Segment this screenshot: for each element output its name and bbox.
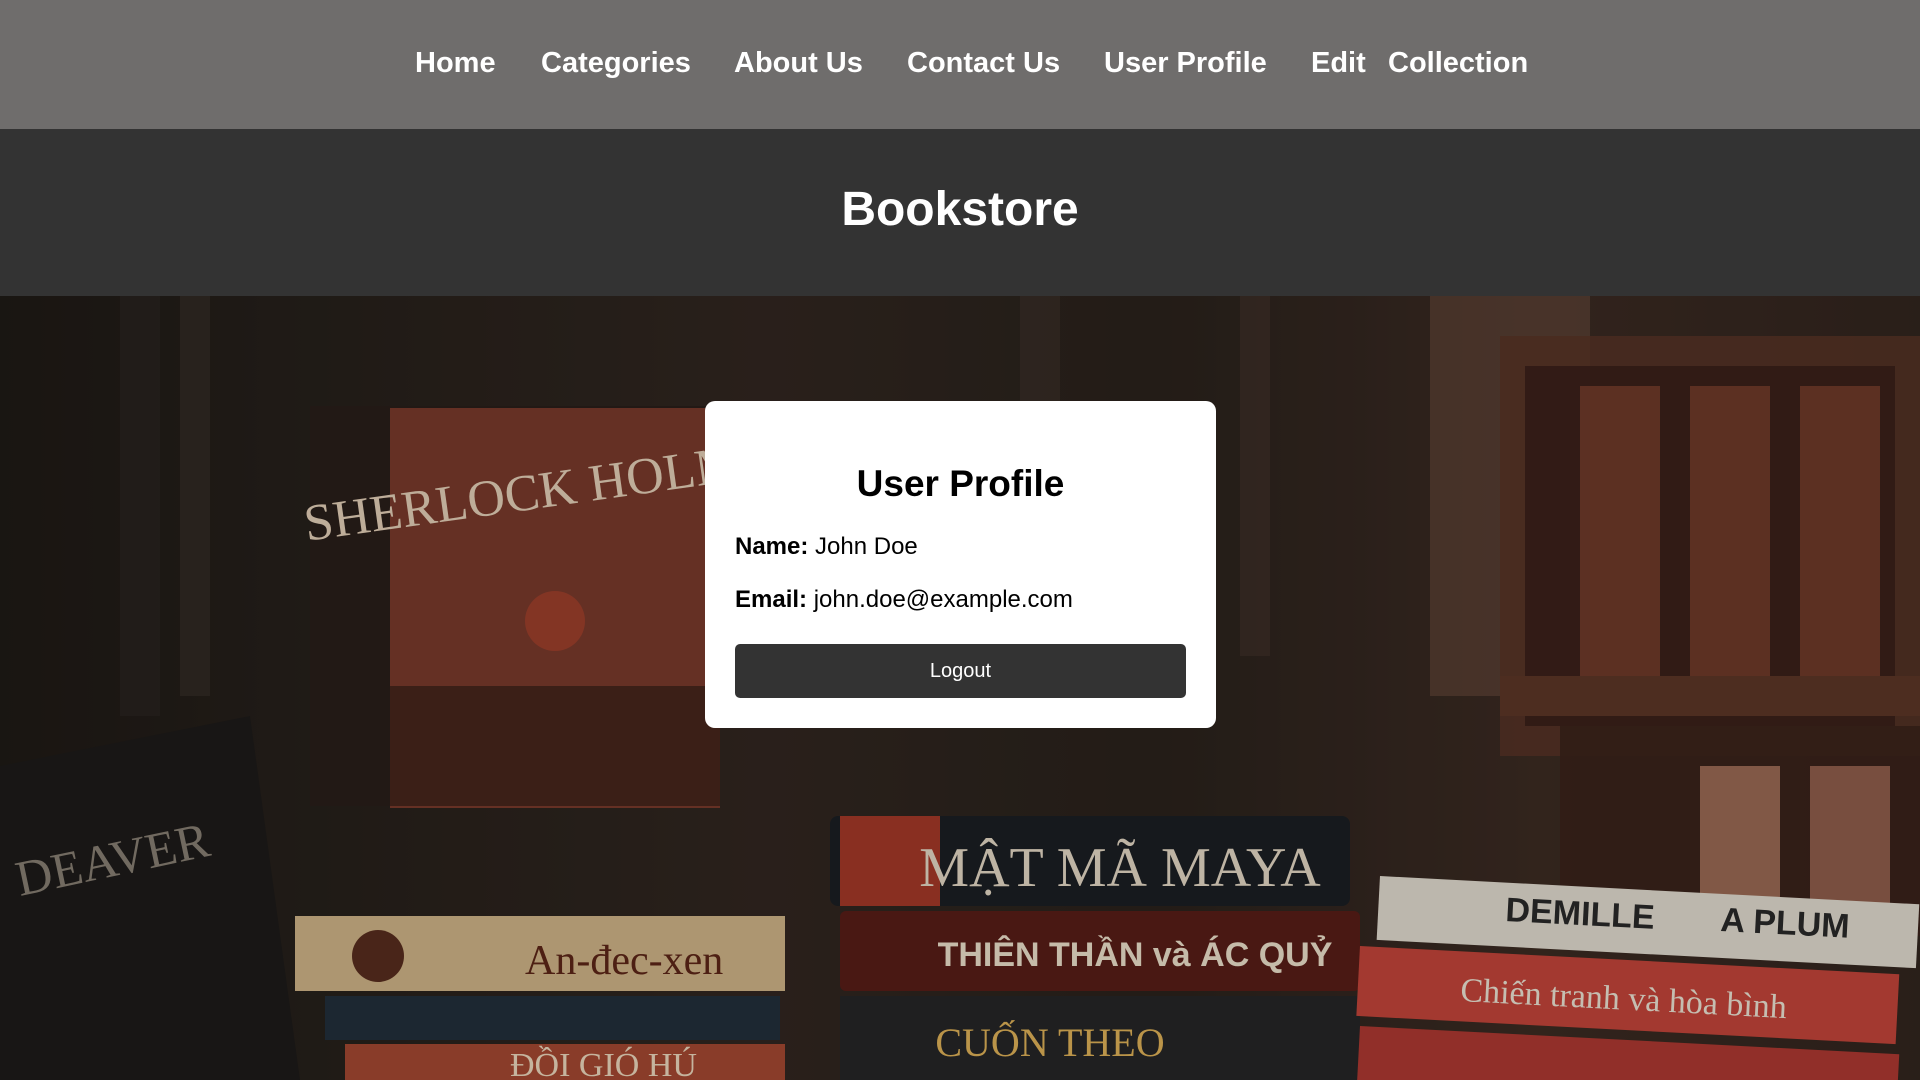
site-header: Bookstore xyxy=(0,129,1920,296)
site-title: Bookstore xyxy=(841,183,1079,236)
email-label: Email: xyxy=(735,586,808,613)
nav-home[interactable]: Home xyxy=(415,46,496,80)
email-value: john.doe@example.com xyxy=(813,586,1073,613)
nav-categories[interactable]: Categories xyxy=(541,46,691,80)
nav-edit[interactable]: Edit xyxy=(1311,46,1366,80)
user-profile-card: User Profile Name: John Doe Email: john.… xyxy=(705,401,1216,728)
profile-email-row: Email: john.doe@example.com xyxy=(735,586,1073,614)
name-label: Name: xyxy=(735,533,809,560)
nav-user-profile[interactable]: User Profile xyxy=(1104,46,1267,80)
profile-title: User Profile xyxy=(856,463,1065,504)
top-navigation: Home Categories About Us Contact Us User… xyxy=(0,0,1920,129)
nav-about-us[interactable]: About Us xyxy=(734,46,863,80)
nav-contact-us[interactable]: Contact Us xyxy=(907,46,1060,80)
nav-collection[interactable]: Collection xyxy=(1388,46,1528,80)
name-value: John Doe xyxy=(815,533,918,560)
logout-button[interactable]: Logout xyxy=(735,644,1186,698)
profile-name-row: Name: John Doe xyxy=(735,533,918,561)
